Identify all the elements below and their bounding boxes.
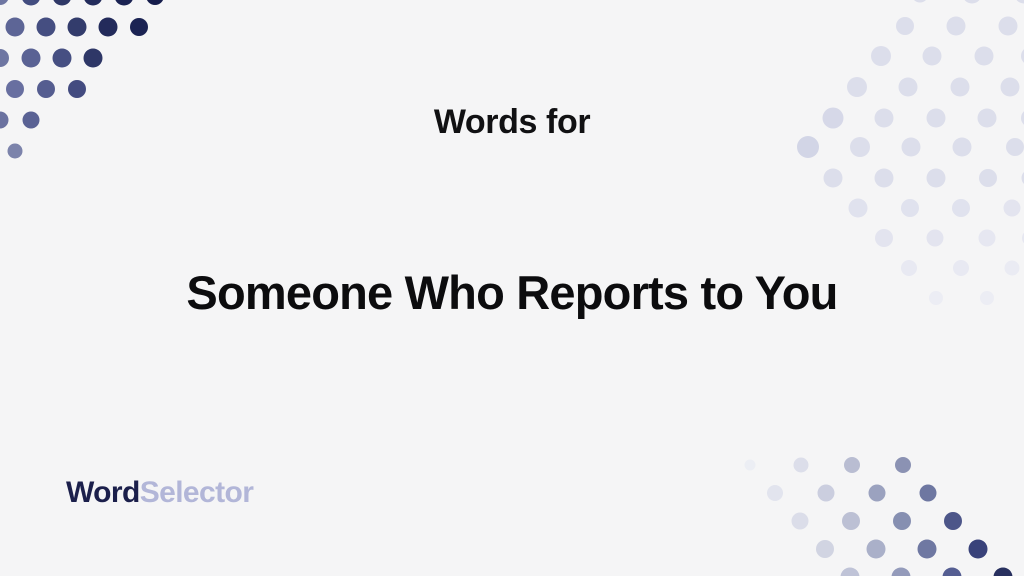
brand-logo-word: Word: [66, 476, 140, 509]
dot-grid-bottom-right-dots: [744, 457, 1013, 576]
brand-logo[interactable]: WordSelector: [66, 476, 254, 509]
brand-logo-selector: Selector: [139, 476, 254, 509]
slide-canvas: Words for Someone Who Reports to You Wor…: [0, 0, 1024, 576]
dot-grid-bottom-right-decoration: [730, 448, 1024, 576]
eyebrow-title: Words for: [433, 103, 591, 141]
dot-grid-bottom-right-svg: [744, 457, 1013, 576]
page-title: Someone Who Reports to You: [186, 266, 838, 320]
